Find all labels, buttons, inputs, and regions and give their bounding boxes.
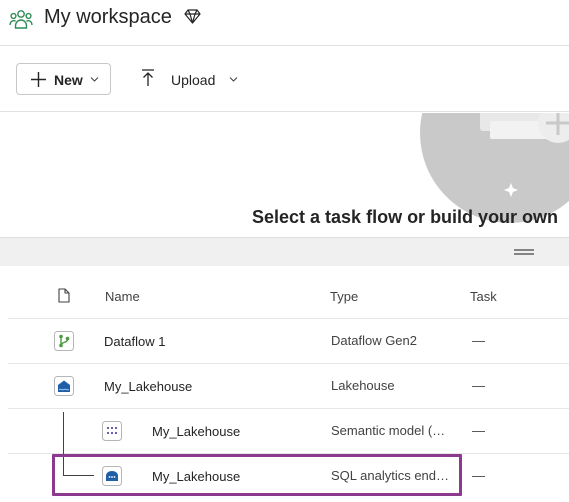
pane-splitter[interactable] bbox=[0, 237, 569, 266]
column-header-task[interactable]: Task bbox=[470, 289, 497, 304]
row-type: Lakehouse bbox=[331, 378, 395, 393]
row-name[interactable]: My_Lakehouse bbox=[104, 379, 192, 394]
upload-button[interactable]: Upload bbox=[136, 63, 246, 95]
table-row[interactable]: Dataflow 1 Dataflow Gen2 — bbox=[8, 318, 569, 363]
semantic-model-icon bbox=[102, 421, 122, 441]
task-flow-banner: Select a task flow or build your own bbox=[0, 113, 569, 237]
chevron-down-icon bbox=[229, 77, 238, 82]
new-button[interactable]: New bbox=[16, 63, 111, 95]
row-type: Dataflow Gen2 bbox=[331, 333, 417, 348]
tree-connector bbox=[63, 412, 64, 475]
banner-title: Select a task flow or build your own bbox=[252, 207, 559, 227]
table-row[interactable]: My_Lakehouse Semantic model (… — bbox=[8, 408, 569, 453]
sql-endpoint-icon bbox=[102, 466, 122, 486]
toolbar: New Upload bbox=[0, 46, 569, 112]
column-header-name[interactable]: Name bbox=[105, 289, 140, 304]
upload-button-label: Upload bbox=[171, 72, 216, 88]
row-name[interactable]: Dataflow 1 bbox=[104, 334, 165, 349]
workspace-header: My workspace bbox=[0, 0, 569, 46]
row-name[interactable]: My_Lakehouse bbox=[152, 424, 240, 439]
row-type: SQL analytics end… bbox=[331, 468, 450, 483]
chevron-down-icon bbox=[90, 77, 99, 82]
table-row[interactable]: My_Lakehouse Lakehouse — bbox=[8, 363, 569, 408]
row-name[interactable]: My_Lakehouse bbox=[152, 469, 240, 484]
upload-icon bbox=[142, 69, 154, 86]
workspace-title: My workspace bbox=[44, 6, 172, 28]
row-task: — bbox=[472, 333, 485, 348]
plus-icon bbox=[31, 72, 46, 87]
column-header-type[interactable]: Type bbox=[330, 289, 358, 304]
new-button-label: New bbox=[54, 72, 83, 88]
document-icon bbox=[58, 288, 70, 303]
row-type: Semantic model (… bbox=[331, 423, 446, 438]
row-task: — bbox=[472, 468, 485, 483]
dataflow-icon bbox=[54, 331, 74, 351]
row-task: — bbox=[472, 378, 485, 393]
tree-connector bbox=[63, 475, 94, 476]
row-task: — bbox=[472, 423, 485, 438]
table-header: Name Type Task bbox=[0, 266, 569, 318]
diamond-icon[interactable] bbox=[184, 9, 201, 24]
people-group-icon bbox=[9, 10, 33, 29]
drag-handle-icon[interactable] bbox=[514, 249, 534, 255]
lakehouse-icon bbox=[54, 376, 74, 396]
